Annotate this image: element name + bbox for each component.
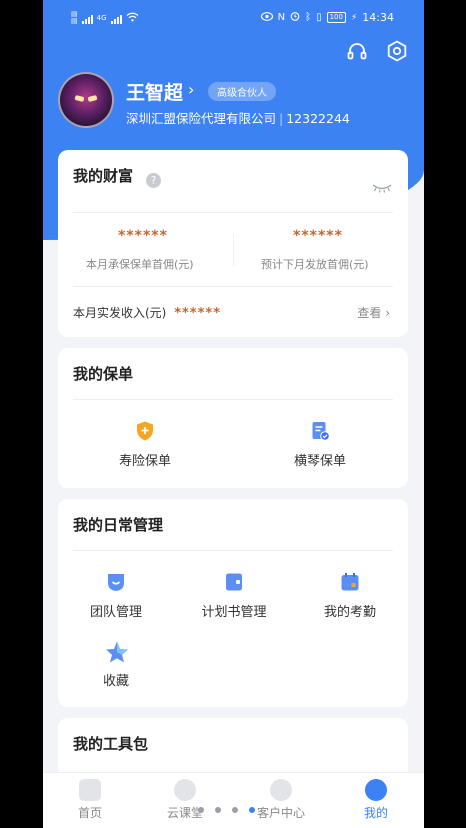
status-bar: ▤ ▤ 4G N ᛒ ▯ 100 ⚡ 14:34 [43,9,424,29]
shield-plus-icon [134,420,156,442]
team-management-button[interactable]: 团队管理 [61,571,171,620]
favorites-label: 收藏 [102,674,129,689]
life-policy-label: 寿险保单 [118,454,171,469]
plan-book-icon [223,571,245,593]
document-check-icon [309,420,331,442]
commission-label: 本月承保保单首佣(元) [86,258,194,271]
commission-value: ****** [118,228,168,244]
tab-home-label: 首页 [77,806,102,820]
star-icon [105,640,128,663]
indicator-dot [198,807,204,813]
page-indicator [198,807,255,813]
policy-card: 我的保单 寿险保单 横琴保单 [58,348,408,488]
wealth-card: 我的财富 ? ****** 本月承保保单首佣(元) ****** 预计下月发放首… [58,150,408,337]
income-label: 本月实发收入(元) ****** [73,304,221,321]
battery-indicator: 100 [326,12,346,23]
wifi-icon [126,12,139,25]
view-label: 查看 [357,306,382,320]
home-icon [79,779,101,801]
status-left: ▤ ▤ 4G [71,11,139,25]
separator: | [279,111,284,126]
hengqin-policy-label: 横琴保单 [293,454,346,469]
policy-title: 我的保单 [73,365,134,383]
agent-id: 12322244 [286,111,350,126]
level-badge: 高级合伙人 [208,82,276,101]
signal-icon [81,13,93,24]
team-management-label: 团队管理 [89,605,142,620]
eye-closed-icon[interactable] [372,178,392,193]
cloud-icon [174,779,196,801]
mine-icon [365,779,387,801]
forecast-value: ****** [293,228,343,244]
status-right: N ᛒ ▯ 100 ⚡ 14:34 [260,11,394,24]
life-policy-button[interactable]: 寿险保单 [90,420,200,469]
bottom-tab-bar: 首页 云课堂 客户中心 我的 [43,772,424,828]
network-label: 4G [96,13,107,22]
vertical-divider [233,234,234,266]
plan-book-label: 计划书管理 [201,605,267,620]
company-line: 深圳汇盟保险代理有限公司 | 12322244 [126,108,350,127]
bluetooth-icon: ᛒ [305,12,312,23]
plan-book-button[interactable]: 计划书管理 [179,571,289,620]
income-label-text: 本月实发收入(元) [73,306,167,320]
tab-mine[interactable]: 我的 [338,779,414,821]
tab-home[interactable]: 首页 [52,779,128,821]
app-screen: ▤ ▤ 4G N ᛒ ▯ 100 ⚡ 14:34 王智超 › 高级合伙人 深圳汇… [43,0,424,828]
indicator-dot-active [249,807,255,813]
tab-cloud-class[interactable]: 云课堂 [147,779,223,821]
tab-customer-center-label: 客户中心 [256,806,305,820]
help-icon[interactable]: ? [146,173,161,188]
hengqin-policy-button[interactable]: 横琴保单 [265,420,375,469]
team-icon [105,571,127,593]
toolkit-title: 我的工具包 [73,735,149,753]
clock-time: 14:34 [362,11,394,24]
favorites-button[interactable]: 收藏 [61,640,171,689]
charging-icon: ⚡ [350,12,358,23]
attendance-button[interactable]: 我的考勤 [295,571,405,620]
customer-icon [270,779,292,801]
daily-title: 我的日常管理 [73,516,164,534]
nfc-icon: N [277,12,286,23]
tab-customer-center[interactable]: 客户中心 [243,779,319,821]
divider [73,399,393,400]
indicator-dot [215,807,221,813]
headset-icon[interactable] [346,40,368,62]
income-value: ****** [174,306,221,321]
alarm-icon [290,11,300,24]
toolkit-card: 我的工具包 [58,718,408,778]
sim-icon: ▤ ▤ [71,10,78,25]
user-name[interactable]: 王智超 [126,78,183,105]
chevron-right-icon: › [385,306,390,320]
avatar[interactable] [58,72,114,128]
tab-mine-label: 我的 [363,806,388,820]
view-link[interactable]: 查看 › [357,304,390,321]
eye-status-icon [260,11,273,24]
attendance-label: 我的考勤 [323,605,376,620]
vibrate-icon: ▯ [316,12,322,23]
divider [73,286,393,287]
signal-icon-2 [110,13,122,24]
daily-management-card: 我的日常管理 团队管理 计划书管理 我的考勤 收藏 [58,499,408,707]
header-actions [346,40,408,62]
company-name: 深圳汇盟保险代理有限公司 [126,111,277,126]
wealth-title: 我的财富 [73,167,134,185]
forecast-label: 预计下月发放首佣(元) [261,258,369,271]
calendar-icon [339,571,361,593]
indicator-dot [232,807,238,813]
divider [73,550,393,551]
settings-icon[interactable] [386,40,408,62]
chevron-right-icon[interactable]: › [188,80,194,99]
divider [73,212,393,213]
